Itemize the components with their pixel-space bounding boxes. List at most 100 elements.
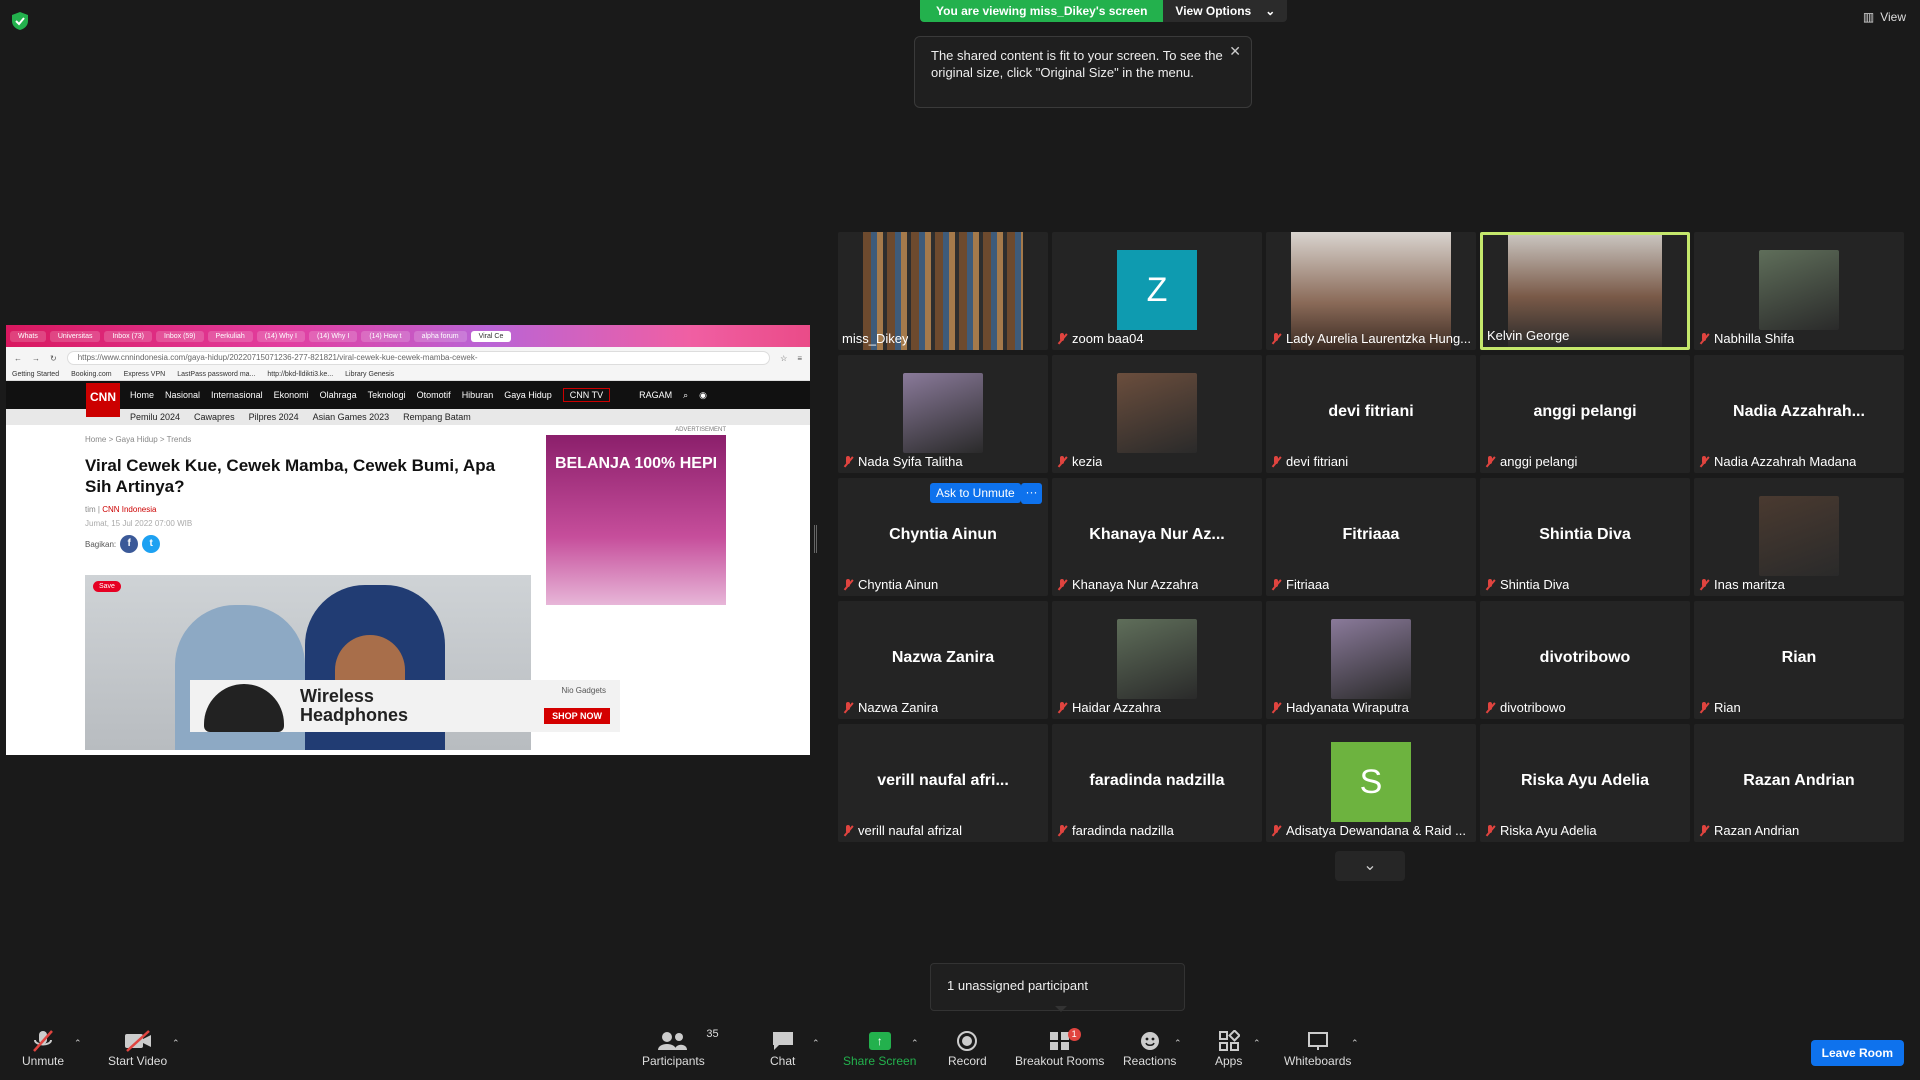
shop-now-button: SHOP NOW xyxy=(544,708,610,724)
mic-muted-icon xyxy=(1270,824,1282,837)
participants-button[interactable]: 35 Participants xyxy=(642,1028,719,1068)
cnn-tv-link: CNN TV xyxy=(562,388,611,402)
participant-tile[interactable]: Hadyanata Wiraputra xyxy=(1266,601,1476,719)
participant-tile[interactable]: Kelvin George xyxy=(1480,232,1690,350)
more-options-button[interactable]: ··· xyxy=(1021,483,1042,504)
star-icon: ☆ xyxy=(780,353,788,363)
chevron-up-icon[interactable]: ⌃ xyxy=(172,1038,180,1049)
tooltip-text: The shared content is fit to your screen… xyxy=(931,48,1223,80)
participant-tile[interactable]: kezia xyxy=(1052,355,1262,473)
unmute-button[interactable]: Unmute xyxy=(22,1028,64,1068)
chevron-up-icon[interactable]: ⌃ xyxy=(1351,1038,1359,1049)
participant-tile[interactable]: Fitriaaa Fitriaaa xyxy=(1266,478,1476,596)
whiteboards-button[interactable]: Whiteboards xyxy=(1284,1028,1351,1068)
participant-tile[interactable]: Nada Syifa Talitha xyxy=(838,355,1048,473)
chevron-up-icon[interactable]: ⌃ xyxy=(911,1038,919,1049)
ask-to-unmute-button[interactable]: Ask to Unmute xyxy=(930,483,1021,503)
cnn-subnav-item: Pilpres 2024 xyxy=(248,412,299,422)
participant-tile[interactable]: S Adisatya Dewandana & Raid ... xyxy=(1266,724,1476,842)
participant-tile[interactable]: Nabhilla Shifa xyxy=(1694,232,1904,350)
mic-muted-icon xyxy=(1484,455,1496,468)
participant-tile[interactable]: Lady Aurelia Laurentzka Hung... xyxy=(1266,232,1476,350)
participant-tile[interactable]: Nazwa Zanira Nazwa Zanira xyxy=(838,601,1048,719)
participant-tile[interactable]: Razan Andrian Razan Andrian xyxy=(1694,724,1904,842)
participant-tile[interactable]: miss_Dikey xyxy=(838,232,1048,350)
participant-tile[interactable]: verill naufal afri... verill naufal afriz… xyxy=(838,724,1048,842)
participant-tile[interactable]: faradinda nadzilla faradinda nadzilla xyxy=(1052,724,1262,842)
participant-name-label: anggi pelangi xyxy=(1484,454,1577,469)
share-screen-button[interactable]: ↑ Share Screen xyxy=(843,1028,916,1068)
participant-tile[interactable]: Inas maritza xyxy=(1694,478,1904,596)
reactions-button[interactable]: Reactions xyxy=(1123,1028,1176,1068)
participant-tile[interactable]: devi fitriani devi fitriani xyxy=(1266,355,1476,473)
mic-muted-icon xyxy=(1270,701,1282,714)
cnn-nav-item: Hiburan xyxy=(461,390,494,400)
chevron-up-icon[interactable]: ⌃ xyxy=(74,1038,82,1049)
record-icon xyxy=(956,1028,978,1054)
participant-name: miss_Dikey xyxy=(842,331,909,346)
back-icon: ← xyxy=(14,353,22,363)
chevron-down-icon[interactable]: ⌄ xyxy=(1335,851,1405,881)
view-options-button[interactable]: View Options ⌄ xyxy=(1163,0,1288,22)
bookmarks-bar: Getting Started Booking.com Express VPN Las… xyxy=(6,369,810,381)
browser-tab: Perkuliah xyxy=(207,330,253,342)
participants-icon: 35 xyxy=(658,1028,719,1054)
chevron-up-icon[interactable]: ⌃ xyxy=(812,1038,820,1049)
chat-button[interactable]: Chat xyxy=(770,1028,795,1068)
start-video-button[interactable]: Start Video xyxy=(108,1028,167,1068)
profile-photo xyxy=(1759,496,1839,576)
close-icon[interactable]: ✕ xyxy=(1229,43,1241,60)
participant-tile[interactable]: Haidar Azzahra xyxy=(1052,601,1262,719)
mic-muted-icon xyxy=(1698,578,1710,591)
browser-tab: (14) Why I xyxy=(309,330,358,342)
share-screen-icon: ↑ xyxy=(868,1028,891,1054)
view-button[interactable]: ▥ View xyxy=(1863,10,1906,24)
participant-tile[interactable]: Riska Ayu Adelia Riska Ayu Adelia xyxy=(1480,724,1690,842)
ad-line-1: Wireless xyxy=(300,686,374,706)
breakout-rooms-button[interactable]: 1 Breakout Rooms xyxy=(1015,1028,1104,1068)
participant-name: Riska Ayu Adelia xyxy=(1500,823,1597,838)
participant-display-name: devi fitriani xyxy=(1328,403,1414,420)
participant-tile[interactable]: Shintia Diva Shintia Diva xyxy=(1480,478,1690,596)
participant-tile[interactable]: anggi pelangi anggi pelangi xyxy=(1480,355,1690,473)
cnn-nav-links: Home Nasional Internasional Ekonomi Olahraga… xyxy=(130,390,552,400)
participant-name-label: devi fitriani xyxy=(1270,454,1348,469)
participant-name-label: faradinda nadzilla xyxy=(1056,823,1174,838)
participant-name: Razan Andrian xyxy=(1714,823,1800,838)
participant-name: Inas maritza xyxy=(1714,577,1785,592)
participants-count: 35 xyxy=(706,1028,719,1040)
participant-name-label: Chyntia Ainun xyxy=(842,577,938,592)
participant-name: verill naufal afrizal xyxy=(858,823,963,838)
browser-tab: (14) Why I xyxy=(256,330,306,342)
shield-check-icon[interactable] xyxy=(12,12,28,30)
participant-tile[interactable]: Zzoom baa04 xyxy=(1052,232,1262,350)
unassigned-participant-popup: 1 unassigned participant xyxy=(930,963,1185,1012)
menu-icon: ≡ xyxy=(797,353,802,363)
whiteboards-label: Whiteboards xyxy=(1284,1054,1352,1068)
participant-display-name: faradinda nadzilla xyxy=(1089,772,1225,789)
cnn-navbar: CNN Home Nasional Internasional Ekonomi Olah… xyxy=(6,381,810,417)
browser-tab: Universitas xyxy=(49,330,101,342)
participant-name-label: Nadia Azzahrah Madana xyxy=(1698,454,1856,469)
participant-tile[interactable]: Khanaya Nur Az... Khanaya Nur Azzahra xyxy=(1052,478,1262,596)
mic-muted-icon xyxy=(1056,332,1068,345)
chevron-up-icon[interactable]: ⌃ xyxy=(1253,1038,1261,1049)
forward-icon: → xyxy=(32,353,40,363)
apps-button[interactable]: Apps xyxy=(1215,1028,1242,1068)
breadcrumb: Home > Gaya Hidup > Trends xyxy=(85,435,192,444)
grid-view-icon: ▥ xyxy=(1862,10,1875,24)
participant-name-label: Kelvin George xyxy=(1487,328,1569,343)
participant-gallery: miss_Dikey Zzoom baa04 Lady Aurelia Lauren… xyxy=(838,232,1906,850)
participant-tile[interactable]: divotribowo divotribowo xyxy=(1480,601,1690,719)
participant-name: Nadia Azzahrah Madana xyxy=(1714,454,1857,469)
chevron-up-icon[interactable]: ⌃ xyxy=(1174,1038,1182,1049)
participant-name-label: Razan Andrian xyxy=(1698,823,1799,838)
leave-room-button[interactable]: Leave Room xyxy=(1810,1040,1904,1066)
panel-splitter[interactable] xyxy=(814,525,817,553)
view-options-label: View Options xyxy=(1175,4,1252,18)
record-button[interactable]: Record xyxy=(948,1028,987,1068)
participant-tile[interactable]: Rian Rian xyxy=(1694,601,1904,719)
mic-muted-icon xyxy=(1698,455,1710,468)
participant-name: kezia xyxy=(1072,454,1103,469)
participant-tile[interactable]: Nadia Azzahrah... Nadia Azzahrah Madana xyxy=(1694,355,1904,473)
